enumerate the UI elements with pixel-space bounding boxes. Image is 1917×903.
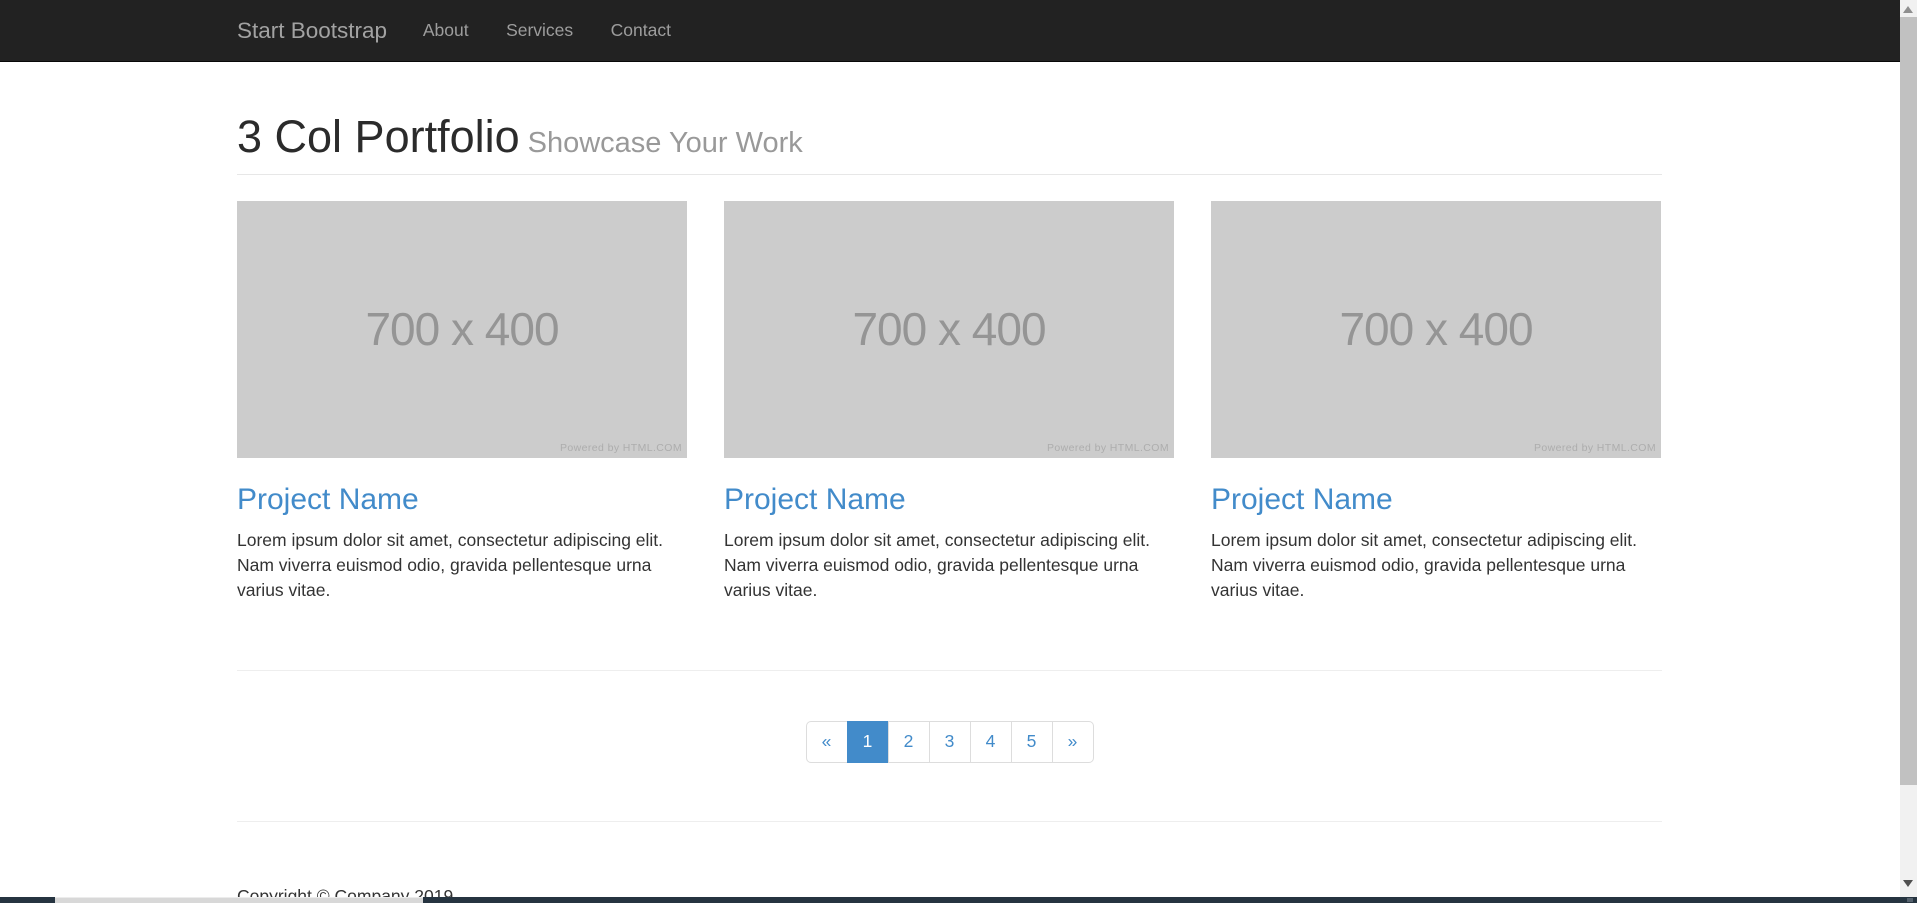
pagination-page-4: 4 bbox=[971, 721, 1012, 763]
project-image-2[interactable]: 700 x 400 Powered by HTML.COM bbox=[724, 201, 1174, 458]
browser-viewport: Start Bootstrap About Services Contact 3… bbox=[0, 0, 1900, 903]
pagination-page-1: 1 bbox=[848, 721, 889, 763]
project-description-3: Lorem ipsum dolor sit amet, consectetur … bbox=[1211, 528, 1661, 603]
pagination-page-3: 3 bbox=[930, 721, 971, 763]
vertical-scrollbar-thumb[interactable] bbox=[1900, 17, 1917, 785]
horizontal-scrollbar-thumb[interactable] bbox=[55, 897, 423, 903]
project-card-3: 700 x 400 Powered by HTML.COM Project Na… bbox=[1211, 201, 1661, 603]
project-title-2: Project Name bbox=[724, 483, 1174, 516]
horizontal-scrollbar-corner bbox=[1907, 898, 1913, 902]
project-title-link-2[interactable]: Project Name bbox=[724, 483, 906, 516]
scroll-down-icon[interactable] bbox=[1903, 880, 1913, 887]
placeholder-watermark: Powered by HTML.COM bbox=[1534, 442, 1656, 454]
pagination-page-3-link[interactable]: 3 bbox=[929, 721, 971, 763]
pagination-prev: « bbox=[806, 721, 848, 763]
placeholder-watermark: Powered by HTML.COM bbox=[1047, 442, 1169, 454]
divider-above-footer bbox=[237, 821, 1662, 822]
navbar-brand[interactable]: Start Bootstrap bbox=[237, 18, 387, 44]
placeholder-label: 700 x 400 bbox=[852, 302, 1045, 356]
navbar-nav: About Services Contact bbox=[404, 14, 690, 47]
nav-item-contact: Contact bbox=[592, 14, 690, 47]
pagination-page-1-link[interactable]: 1 bbox=[847, 721, 889, 763]
nav-item-about: About bbox=[404, 14, 487, 47]
project-title-3: Project Name bbox=[1211, 483, 1661, 516]
pagination-page-5-link[interactable]: 5 bbox=[1011, 721, 1053, 763]
pagination-page-2-link[interactable]: 2 bbox=[888, 721, 930, 763]
divider-above-pagination bbox=[237, 670, 1662, 671]
placeholder-label: 700 x 400 bbox=[1339, 302, 1532, 356]
project-card-2: 700 x 400 Powered by HTML.COM Project Na… bbox=[724, 201, 1174, 603]
project-description-2: Lorem ipsum dolor sit amet, consectetur … bbox=[724, 528, 1174, 603]
project-card-1: 700 x 400 Powered by HTML.COM Project Na… bbox=[237, 201, 687, 603]
pagination-next-link[interactable]: » bbox=[1052, 721, 1094, 763]
pagination-wrapper: « 1 2 3 4 5 » bbox=[237, 721, 1662, 763]
project-title-link-1[interactable]: Project Name bbox=[237, 483, 419, 516]
pagination-page-5: 5 bbox=[1012, 721, 1053, 763]
navbar: Start Bootstrap About Services Contact bbox=[0, 0, 1900, 62]
nav-item-services: Services bbox=[487, 14, 592, 47]
pagination-page-2: 2 bbox=[889, 721, 930, 763]
main-container: 3 Col PortfolioShowcase Your Work 700 x … bbox=[237, 112, 1662, 903]
nav-link-contact[interactable]: Contact bbox=[592, 14, 690, 47]
pagination-prev-link[interactable]: « bbox=[806, 721, 848, 763]
scroll-up-icon[interactable] bbox=[1903, 6, 1913, 13]
vertical-scrollbar[interactable] bbox=[1900, 0, 1917, 903]
project-image-1[interactable]: 700 x 400 Powered by HTML.COM bbox=[237, 201, 687, 458]
page-title: 3 Col PortfolioShowcase Your Work bbox=[237, 112, 1662, 162]
nav-link-services[interactable]: Services bbox=[487, 14, 592, 47]
placeholder-label: 700 x 400 bbox=[365, 302, 558, 356]
project-title-1: Project Name bbox=[237, 483, 687, 516]
pagination-page-4-link[interactable]: 4 bbox=[970, 721, 1012, 763]
pagination: « 1 2 3 4 5 » bbox=[806, 721, 1094, 763]
project-description-1: Lorem ipsum dolor sit amet, consectetur … bbox=[237, 528, 687, 603]
project-image-3[interactable]: 700 x 400 Powered by HTML.COM bbox=[1211, 201, 1661, 458]
placeholder-watermark: Powered by HTML.COM bbox=[560, 442, 682, 454]
page-subtitle: Showcase Your Work bbox=[520, 127, 803, 159]
horizontal-scrollbar[interactable] bbox=[0, 897, 1917, 903]
nav-link-about[interactable]: About bbox=[404, 14, 487, 47]
page-header: 3 Col PortfolioShowcase Your Work bbox=[237, 112, 1662, 175]
projects-row: 700 x 400 Powered by HTML.COM Project Na… bbox=[237, 201, 1662, 603]
pagination-next: » bbox=[1053, 721, 1094, 763]
project-title-link-3[interactable]: Project Name bbox=[1211, 483, 1393, 516]
